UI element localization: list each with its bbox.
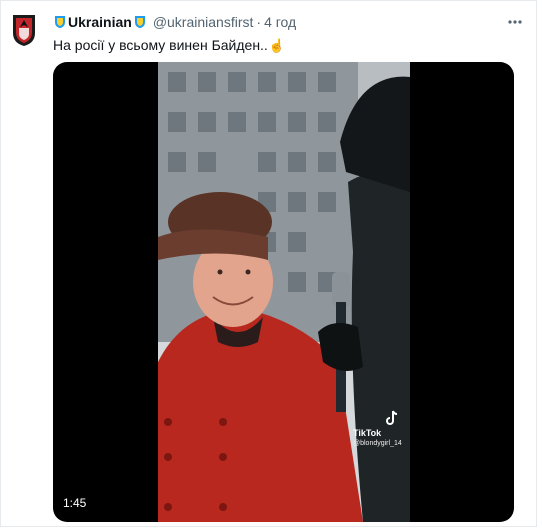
tweet-card[interactable]: Ukrainian @ukrainiansfirst · 4 год На ро…: [0, 0, 537, 527]
tweet-header: Ukrainian @ukrainiansfirst · 4 год: [53, 13, 523, 31]
tweet-text: На росії у всьому винен Байден..☝: [53, 37, 285, 54]
ukraine-shield-icon: [55, 16, 65, 28]
pointing-up-emoji: ☝: [268, 38, 286, 53]
user-handle[interactable]: @ukrainiansfirst: [153, 14, 254, 30]
tiktok-icon: [386, 410, 398, 425]
display-name[interactable]: Ukrainian: [68, 14, 132, 30]
ukraine-shield-icon: [134, 16, 145, 28]
tiktok-brand: TikTok: [353, 428, 382, 438]
ellipsis-icon[interactable]: [506, 13, 524, 31]
video-duration: 1:45: [63, 496, 87, 510]
tiktok-watermark: TikTok @blondygirl_14: [353, 410, 433, 460]
video-player[interactable]: TikTok @blondygirl_14 1:45: [53, 62, 514, 522]
avatar[interactable]: [11, 13, 37, 47]
separator-dot: ·: [256, 14, 262, 30]
tiktok-username: @blondygirl_14: [353, 440, 402, 447]
tweet-body: На росії у всьому винен Байден..: [53, 37, 268, 53]
timestamp[interactable]: 4 год: [264, 14, 296, 30]
